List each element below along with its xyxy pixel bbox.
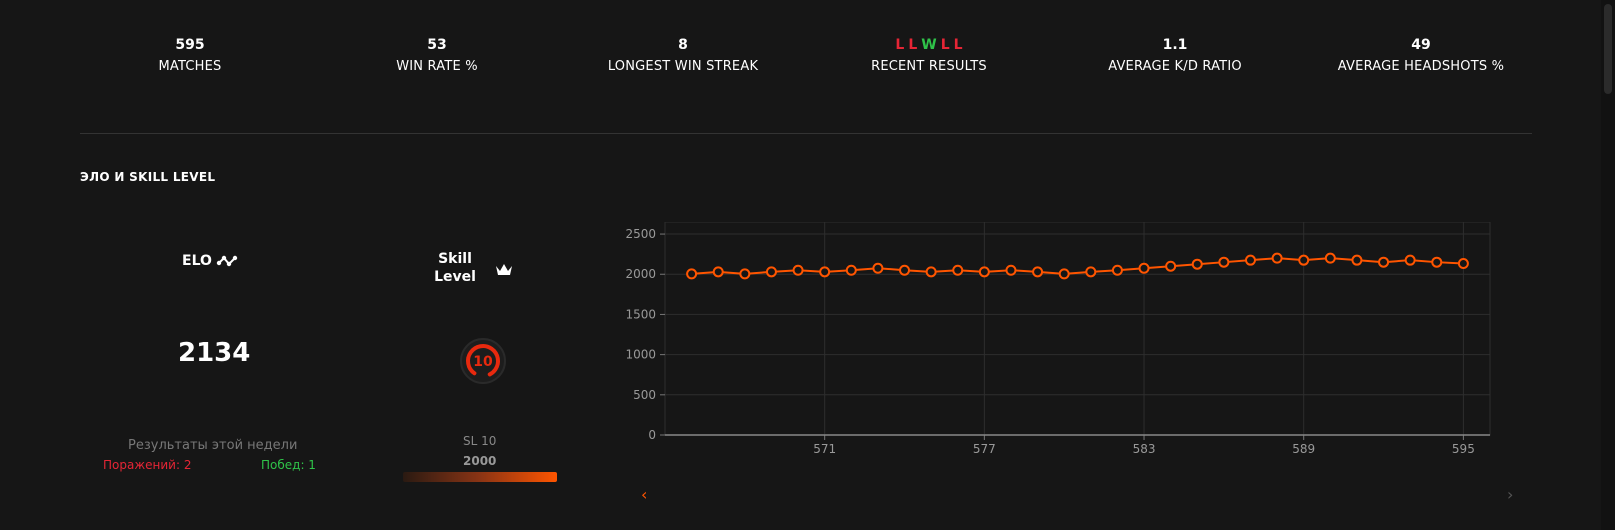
stat-headshots: 49 AVERAGE HEADSHOTS % xyxy=(1301,36,1541,76)
y-tick-label: 2000 xyxy=(625,267,656,281)
stat-recent-results: LLWLL RECENT RESULTS xyxy=(809,36,1049,76)
stat-value: 53 xyxy=(427,37,447,53)
elo-data-point[interactable] xyxy=(978,266,990,278)
chart-prev-button[interactable]: ‹ xyxy=(641,485,647,504)
elo-data-point[interactable] xyxy=(739,268,751,280)
elo-data-point[interactable] xyxy=(1404,254,1416,266)
x-tick-label: 571 xyxy=(813,442,836,456)
elo-data-point[interactable] xyxy=(899,264,911,276)
y-tick-label: 500 xyxy=(633,388,656,402)
elo-data-point[interactable] xyxy=(925,266,937,278)
result-win: W xyxy=(921,37,937,53)
elo-data-point[interactable] xyxy=(845,264,857,276)
y-tick-label: 1500 xyxy=(625,307,656,321)
elo-data-point[interactable] xyxy=(872,262,884,274)
elo-series-line xyxy=(691,257,1464,275)
week-results-title: Результаты этой недели xyxy=(128,438,298,453)
elo-data-point[interactable] xyxy=(1218,256,1230,268)
recent-results: LLWLL xyxy=(809,36,1049,54)
elo-data-point[interactable] xyxy=(1378,256,1390,268)
elo-data-point[interactable] xyxy=(1324,252,1336,264)
stat-win-rate: 53 WIN RATE % xyxy=(317,36,557,76)
elo-data-point[interactable] xyxy=(1271,252,1283,264)
crown-icon xyxy=(496,264,512,275)
stat-label: LONGEST WIN STREAK xyxy=(607,59,759,74)
elo-data-point[interactable] xyxy=(765,266,777,278)
result-loss: L xyxy=(908,37,918,53)
stat-value: 8 xyxy=(678,37,688,53)
scrollbar[interactable] xyxy=(1601,0,1615,530)
x-tick-label: 577 xyxy=(973,442,996,456)
stat-longest-win-streak: 8 LONGEST WIN STREAK xyxy=(563,36,803,76)
elo-data-point[interactable] xyxy=(952,264,964,276)
y-tick-label: 1000 xyxy=(625,348,656,362)
elo-label: ELO xyxy=(182,253,238,269)
result-loss: L xyxy=(895,37,905,53)
skill-level-badge: 10 xyxy=(460,338,506,384)
skill-progress-bar xyxy=(403,472,557,482)
elo-data-point[interactable] xyxy=(1351,254,1363,266)
stats-bar: 595 MATCHES 53 WIN RATE % 8 LONGEST WIN … xyxy=(0,36,1615,86)
skill-level-elo-threshold: 2000 xyxy=(463,454,497,468)
elo-data-point[interactable] xyxy=(686,268,698,280)
elo-data-point[interactable] xyxy=(1138,262,1150,274)
stat-value: 1.1 xyxy=(1162,37,1188,53)
elo-data-point[interactable] xyxy=(792,264,804,276)
x-tick-label: 583 xyxy=(1133,442,1156,456)
section-title: ЭЛО И SKILL LEVEL xyxy=(80,170,216,184)
stat-label: AVERAGE HEADSHOTS % xyxy=(1337,59,1505,74)
elo-value: 2134 xyxy=(178,338,251,368)
elo-data-point[interactable] xyxy=(1032,266,1044,278)
elo-data-point[interactable] xyxy=(1005,264,1017,276)
skill-level-text: SL 10 xyxy=(463,434,497,448)
elo-data-point[interactable] xyxy=(1431,256,1443,268)
elo-data-point[interactable] xyxy=(1111,264,1123,276)
elo-data-point[interactable] xyxy=(712,266,724,278)
elo-data-point[interactable] xyxy=(819,266,831,278)
elo-chart: 0 500 1000 1500 2000 2500 571 577 583 589 595 xyxy=(625,222,1491,456)
elo-data-point[interactable] xyxy=(1191,258,1203,270)
stat-value: 595 xyxy=(175,37,205,53)
stat-value: 49 xyxy=(1411,37,1431,53)
stat-label: WIN RATE % xyxy=(396,59,478,74)
elo-label-text: ELO xyxy=(182,253,212,269)
week-losses: Поражений: 2 xyxy=(103,458,192,472)
skill-label-line2: Level xyxy=(434,269,476,285)
elo-data-point[interactable] xyxy=(1165,260,1177,272)
skill-level-number: 10 xyxy=(473,354,493,370)
stat-matches: 595 MATCHES xyxy=(70,36,310,76)
chart-plot-area xyxy=(664,222,1491,436)
x-tick-label: 589 xyxy=(1292,442,1315,456)
elo-data-point[interactable] xyxy=(1298,254,1310,266)
elo-data-point[interactable] xyxy=(1085,266,1097,278)
week-wins: Побед: 1 xyxy=(261,458,316,472)
skill-level-label: Skill Level xyxy=(430,250,480,286)
skill-label-line1: Skill xyxy=(438,251,472,267)
elo-data-point[interactable] xyxy=(1244,254,1256,266)
stat-kd-ratio: 1.1 AVERAGE K/D RATIO xyxy=(1055,36,1295,76)
stat-label: AVERAGE K/D RATIO xyxy=(1108,59,1242,74)
divider xyxy=(80,133,1532,134)
y-tick-label: 2500 xyxy=(625,227,656,241)
elo-trend-icon xyxy=(216,255,238,267)
scrollbar-thumb[interactable] xyxy=(1604,4,1612,94)
y-tick-label: 0 xyxy=(648,428,656,442)
chart-next-button[interactable]: › xyxy=(1507,485,1513,504)
elo-data-point[interactable] xyxy=(1457,257,1469,269)
result-loss: L xyxy=(940,37,950,53)
elo-data-point[interactable] xyxy=(1058,268,1070,280)
stat-label: MATCHES xyxy=(158,59,222,74)
result-loss: L xyxy=(953,37,963,53)
stat-label: RECENT RESULTS xyxy=(871,59,987,74)
x-tick-label: 595 xyxy=(1452,442,1475,456)
